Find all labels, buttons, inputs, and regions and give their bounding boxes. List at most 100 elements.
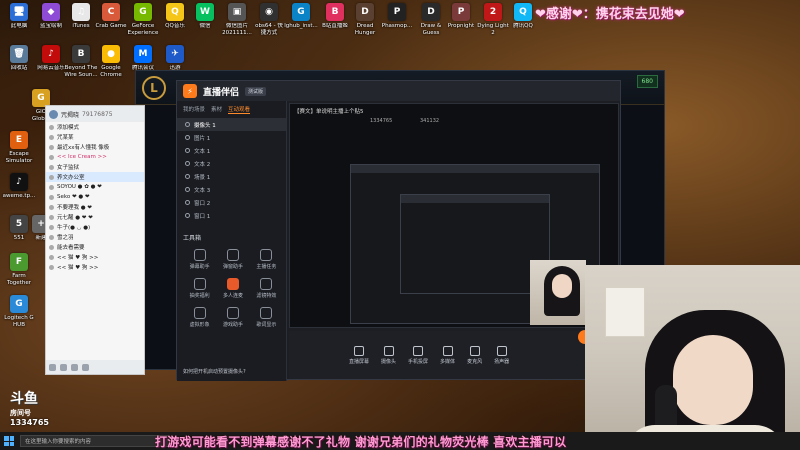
list-item[interactable]: 养文办公室 [46,172,144,182]
audio-icon[interactable] [60,363,67,371]
control-button[interactable]: 扬声器 [494,345,509,365]
app-icon: 🗑 [10,45,28,63]
contact-avatar [49,244,54,250]
app-icon: G [134,3,152,21]
toolbox-item[interactable]: 游戏助手 [216,307,249,328]
scene-item[interactable]: 摄像头 1 [177,118,286,131]
list-item-label: 最近xx有人懂我 像极 [57,145,110,151]
scene-item[interactable]: 文本 1 [177,144,286,157]
control-button[interactable]: 麦克风 [467,345,482,365]
list-item[interactable]: 雪之羽 [46,232,144,242]
list-item[interactable]: Seko ❤ ● ❤ [46,192,144,202]
list-item[interactable]: SOYOU ● ✿ ● ❤ [46,182,144,192]
list-item[interactable]: 不要理我 ● ❤ [46,202,144,212]
menu-icon[interactable] [49,363,56,371]
control-label: 多媒体 [440,358,456,365]
toolbox-item[interactable]: 多人连麦 [216,278,249,299]
windows-start-icon[interactable] [4,436,14,446]
contact-avatar [49,144,54,150]
desktop-icon[interactable]: ♪ aweme.tp... [0,173,38,200]
tab-0[interactable]: 我的场景 [183,105,205,114]
toolbox-item[interactable]: 歌词显示 [250,307,283,328]
qq-contact-window[interactable]: 咒揭晓 79176875 添加模式 咒某某 最近xx有人懂我 像极 << Ice Cr… [45,105,145,375]
tool-label: 滤镜特效 [256,293,277,299]
scene-label: 文本 1 [194,148,211,155]
toolbox-item[interactable]: 弹窗助手 [216,249,249,270]
control-button[interactable]: 手机投屏 [408,345,429,365]
list-item[interactable]: 添加模式 [46,122,144,132]
eye-icon[interactable] [185,122,190,127]
desktop-icon[interactable]: G Logitech G HUB [0,295,38,328]
desktop-icon[interactable]: F Farm Together [0,253,38,286]
scene-item[interactable]: 场景 1 [177,170,286,183]
eye-icon[interactable] [185,213,190,218]
control-label: 手机投屏 [408,358,429,365]
eye-icon[interactable] [185,135,190,140]
app-icon: Q [166,3,184,21]
tab-2[interactable]: 互动观看 [228,105,251,114]
eye-icon[interactable] [185,200,190,205]
list-item[interactable]: 能去看需要 [46,242,144,252]
contact-avatar [49,194,54,200]
contact-avatar [49,184,54,190]
list-item[interactable]: 元七醒 ● ❤ ❤ [46,212,144,222]
scene-label: 摄像头 1 [194,122,216,129]
control-icon [413,345,424,356]
scene-item[interactable]: 窗口 1 [177,209,286,222]
desktop-icon[interactable]: ✈ 迅游 [156,45,194,72]
list-item[interactable]: << 猫 ♥ 狗 >> [46,262,144,272]
settings-icon[interactable] [82,363,89,371]
scene-item[interactable]: 文本 3 [177,183,286,196]
league-logo-icon[interactable]: L [142,75,166,100]
tool-label: 多人连麦 [222,293,243,299]
toolbox-item[interactable]: 抽奖福利 [183,278,216,299]
list-item[interactable]: 最近xx有人懂我 像极 [46,142,144,152]
toolbox-item[interactable]: 滤镜特效 [250,278,283,299]
eye-icon[interactable] [185,187,190,192]
app-icon: 🖥 [10,3,28,21]
recursive-capture-inner [400,194,550,294]
tab-1[interactable]: 素材 [211,105,222,114]
tool-icon [226,307,239,319]
list-item[interactable]: 牛子(● ◡ ●) [46,222,144,232]
scene-item[interactable]: 图片 1 [177,131,286,144]
taskbar-search-input[interactable]: 在这里输入你要搜索的内容 [20,435,170,447]
contact-avatar [49,204,54,210]
app-icon: ✈ [166,45,184,63]
list-item[interactable]: 女子监狱 [46,162,144,172]
control-button[interactable]: 摄像头 [381,345,397,365]
control-label: 摄像头 [381,358,397,365]
streamer-face [673,335,753,425]
list-item[interactable]: << 猫 ♥ 狗 >> [46,252,144,262]
contact-avatar [49,154,54,160]
file-icon[interactable] [71,363,78,371]
contact-avatar [49,264,54,270]
avatar[interactable] [49,109,58,119]
list-item[interactable]: 咒某某 [46,132,144,142]
preview-stat-2: 341132 [420,118,440,124]
desktop-icon[interactable]: E Escape Simulator [0,131,38,164]
preview-stat-1: 1334765 [370,118,393,124]
scene-label: 图片 1 [194,135,211,142]
list-item-label: 养文办公室 [57,175,85,181]
list-item-label: << 猫 ♥ 狗 >> [57,255,99,261]
toolbox-item[interactable]: 主播任务 [250,249,283,270]
tool-label: 抽奖福利 [189,293,210,299]
live-assistant-window[interactable]: ⚡ 直播伴侣 测试版 我的场景 素材 互动观看 摄像头 1 图片 1 文本 1 文本 2 场… [176,80,621,381]
app-icon: ♪ [42,45,60,63]
eye-icon[interactable] [185,174,190,179]
contact-avatar [49,214,54,220]
list-item[interactable]: << Ice Cream >> [46,152,144,162]
scene-item[interactable]: 文本 2 [177,157,286,170]
control-button[interactable]: 直播屏幕 [349,345,369,365]
scene-item[interactable]: 窗口 2 [177,196,286,209]
camera-notice[interactable]: 如何把开机启动预置摄像头? [183,368,246,375]
toolbox-item[interactable]: 弹幕助手 [183,249,216,270]
eye-icon[interactable] [185,148,190,153]
toolbox-item[interactable]: 虚拟形象 [183,307,216,328]
app-icon: P [388,3,406,21]
app-icon: W [196,3,214,21]
contact-avatar [49,124,54,130]
eye-icon[interactable] [185,161,190,166]
control-button[interactable]: 多媒体 [440,345,456,365]
